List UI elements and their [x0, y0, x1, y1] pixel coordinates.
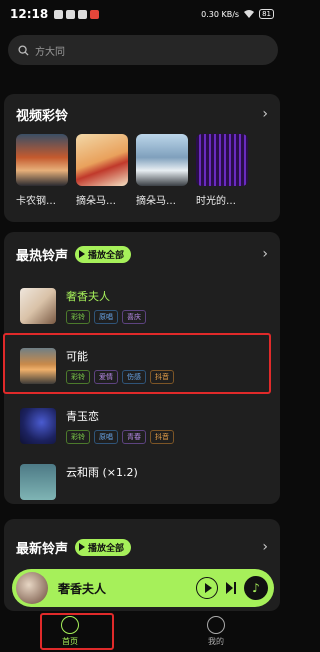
video-item[interactable]: 卡农钢… — [16, 134, 68, 207]
song-row[interactable]: 云和雨 (×1.2) — [4, 456, 280, 506]
song-cover — [20, 464, 56, 500]
battery-icon: 81 — [259, 9, 274, 19]
tag: 彩铃 — [66, 430, 90, 444]
search-icon — [18, 44, 29, 56]
mini-player[interactable]: 奢香夫人 ♪ — [12, 569, 274, 607]
notification-icon — [66, 9, 76, 19]
video-thumbnail — [196, 134, 248, 186]
notification-icons — [54, 9, 100, 19]
video-title: 摘朵马… — [76, 196, 116, 207]
video-thumbnail — [136, 134, 188, 186]
play-icon — [79, 543, 86, 551]
tag: 抖音 — [150, 430, 174, 444]
song-title: 云和雨 (×1.2) — [66, 466, 138, 479]
notification-icon — [90, 9, 100, 19]
tag: 彩铃 — [66, 310, 90, 324]
song-row[interactable]: 青玉恋 彩铃 原唱 青春 抖音 — [4, 396, 280, 456]
ringtone-icon[interactable]: ♪ — [244, 576, 268, 600]
play-all-button[interactable]: 播放全部 — [75, 538, 132, 556]
wifi-icon — [244, 10, 255, 18]
video-thumbnail — [76, 134, 128, 186]
video-ringtone-section: 视频彩铃 › 卡农钢… 摘朵马… 摘朵马… 时光的… — [4, 94, 280, 222]
tag: 喜庆 — [122, 310, 146, 324]
section-title: 视频彩铃 — [16, 108, 69, 124]
song-title: 青玉恋 — [66, 410, 99, 423]
selection-highlight — [40, 613, 114, 650]
next-icon — [226, 582, 233, 594]
status-right: 0.30 KB/s 81 — [201, 9, 274, 19]
chevron-right-icon[interactable]: › — [262, 106, 268, 122]
notification-icon — [78, 9, 88, 19]
play-icon — [204, 583, 212, 593]
tag: 原唱 — [94, 310, 118, 324]
notification-icon — [54, 9, 64, 19]
song-row[interactable]: 奢香夫人 彩铃 原唱 喜庆 — [4, 276, 280, 336]
net-speed: 0.30 KB/s — [201, 9, 240, 19]
song-title: 奢香夫人 — [66, 290, 110, 303]
status-time: 12:18 — [10, 7, 49, 21]
video-thumbnail — [16, 134, 68, 186]
tab-mine[interactable]: 我的 — [186, 616, 246, 647]
tag: 原唱 — [94, 430, 118, 444]
section-title: 最新铃声 — [16, 541, 69, 557]
play-icon — [79, 250, 86, 258]
section-title: 最热铃声 — [16, 248, 69, 264]
status-bar: 12:18 0.30 KB/s 81 — [0, 0, 284, 28]
profile-icon — [207, 616, 225, 634]
next-button[interactable] — [226, 582, 236, 594]
video-item[interactable]: 摘朵马… — [136, 134, 188, 207]
song-cover — [20, 288, 56, 324]
chevron-right-icon[interactable]: › — [262, 246, 268, 262]
player-song-title: 奢香夫人 — [58, 581, 107, 596]
player-cover — [16, 572, 48, 604]
play-all-button[interactable]: 播放全部 — [75, 245, 132, 263]
video-item[interactable]: 时光的… — [196, 134, 248, 207]
video-title: 卡农钢… — [16, 196, 56, 207]
video-item[interactable]: 摘朵马… — [76, 134, 128, 207]
play-button[interactable] — [196, 577, 218, 599]
selection-highlight — [3, 333, 271, 394]
tag: 青春 — [122, 430, 146, 444]
video-title: 时光的… — [196, 196, 236, 207]
video-title: 摘朵马… — [136, 196, 176, 207]
chevron-right-icon[interactable]: › — [262, 539, 268, 555]
search-bar[interactable]: 方大同 — [8, 35, 278, 65]
song-cover — [20, 408, 56, 444]
search-placeholder: 方大同 — [35, 46, 65, 58]
